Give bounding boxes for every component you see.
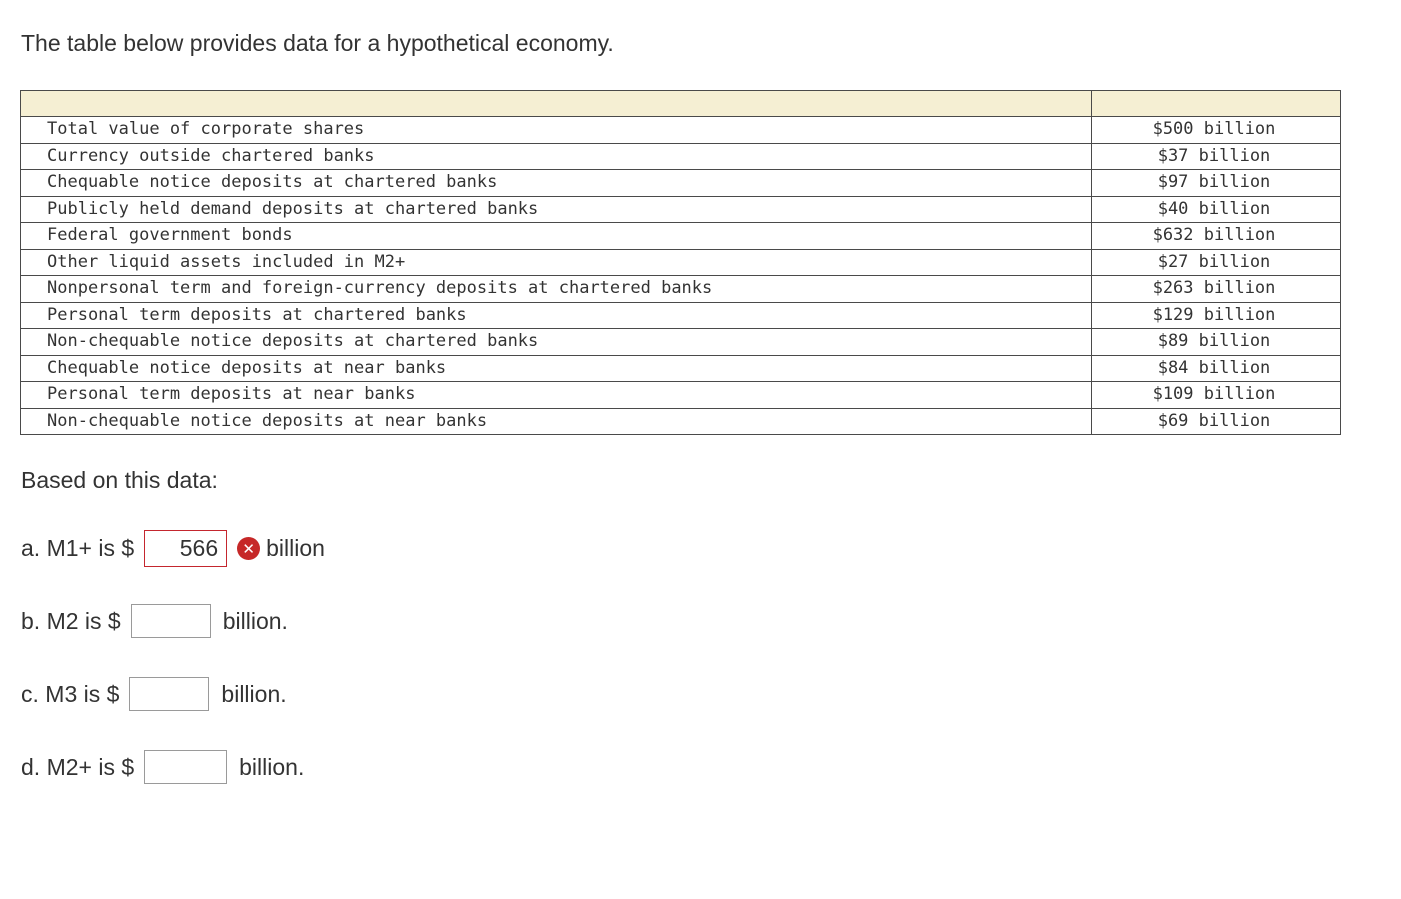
- row-label: Personal term deposits at chartered bank…: [20, 301, 1092, 329]
- m3-answer-input[interactable]: [129, 677, 210, 711]
- row-label: Currency outside chartered banks: [20, 142, 1092, 170]
- table-row: Personal term deposits at chartered bank…: [20, 301, 1341, 329]
- row-value: $109 billion: [1091, 381, 1341, 409]
- table-row: Personal term deposits at near banks $109…: [20, 381, 1341, 409]
- row-label: Total value of corporate shares: [20, 116, 1092, 144]
- question-c-unit: billion.: [221, 680, 287, 707]
- row-label: Chequable notice deposits at near banks: [20, 354, 1092, 382]
- table-row: Other liquid assets included in M2+ $27 b…: [20, 248, 1341, 276]
- row-value: $263 billion: [1091, 275, 1341, 303]
- question-b-label: b. M2 is $: [21, 607, 121, 634]
- row-label: Non-chequable notice deposits at charter…: [20, 328, 1092, 356]
- row-value: $89 billion: [1091, 328, 1341, 356]
- question-a-label: a. M1+ is $: [21, 535, 135, 561]
- row-label: Personal term deposits at near banks: [20, 381, 1092, 409]
- table-body: Total value of corporate shares $500 bill…: [20, 116, 1341, 435]
- table-row: Chequable notice deposits at near banks $…: [20, 354, 1341, 382]
- question-c: c. M3 is $ billion.: [21, 677, 287, 711]
- row-value: $97 billion: [1091, 169, 1341, 197]
- table-row: Currency outside chartered banks $37 bill…: [20, 142, 1341, 170]
- row-value: $632 billion: [1091, 222, 1341, 250]
- table-row: Federal government bonds $632 billion: [20, 222, 1341, 250]
- row-label: Non-chequable notice deposits at near ba…: [20, 407, 1092, 435]
- table-row: Total value of corporate shares $500 bill…: [20, 116, 1341, 144]
- table-header-row: [20, 90, 1341, 117]
- row-value: $37 billion: [1091, 142, 1341, 170]
- question-b: b. M2 is $ billion.: [21, 604, 288, 638]
- m1plus-answer-input[interactable]: [144, 530, 228, 567]
- header-cell-value: [1091, 90, 1341, 117]
- question-a-unit: billion: [266, 535, 325, 561]
- money-data-table: Total value of corporate shares $500 bill…: [20, 90, 1341, 435]
- based-on-text: Based on this data:: [21, 467, 218, 493]
- question-a: a. M1+ is $ ✕ billion: [21, 530, 325, 567]
- table-row: Non-chequable notice deposits at near ba…: [20, 407, 1341, 435]
- question-b-unit: billion.: [222, 607, 288, 634]
- row-label: Federal government bonds: [20, 222, 1092, 250]
- x-circle-icon: ✕: [237, 537, 261, 560]
- row-value: $27 billion: [1091, 248, 1341, 276]
- question-c-label: c. M3 is $: [21, 680, 120, 707]
- table-row: Non-chequable notice deposits at charter…: [20, 328, 1341, 356]
- question-d-label: d. M2+ is $: [21, 753, 135, 780]
- header-cell-label: [20, 90, 1092, 117]
- m2-answer-input[interactable]: [130, 604, 211, 638]
- table-row: Publicly held demand deposits at charter…: [20, 195, 1341, 223]
- row-label: Publicly held demand deposits at charter…: [20, 195, 1092, 223]
- row-value: $40 billion: [1091, 195, 1341, 223]
- question-d-unit: billion.: [239, 753, 305, 780]
- row-value: $69 billion: [1091, 407, 1341, 435]
- row-label: Other liquid assets included in M2+: [20, 248, 1092, 276]
- row-label: Nonpersonal term and foreign-currency de…: [20, 275, 1092, 303]
- row-value: $500 billion: [1091, 116, 1341, 144]
- question-d: d. M2+ is $ billion.: [21, 750, 304, 784]
- table-row: Chequable notice deposits at chartered b…: [20, 169, 1341, 197]
- row-label: Chequable notice deposits at chartered b…: [20, 169, 1092, 197]
- table-row: Nonpersonal term and foreign-currency de…: [20, 275, 1341, 303]
- m2plus-answer-input[interactable]: [144, 750, 228, 784]
- row-value: $84 billion: [1091, 354, 1341, 382]
- row-value: $129 billion: [1091, 301, 1341, 329]
- intro-text: The table below provides data for a hypo…: [21, 30, 614, 56]
